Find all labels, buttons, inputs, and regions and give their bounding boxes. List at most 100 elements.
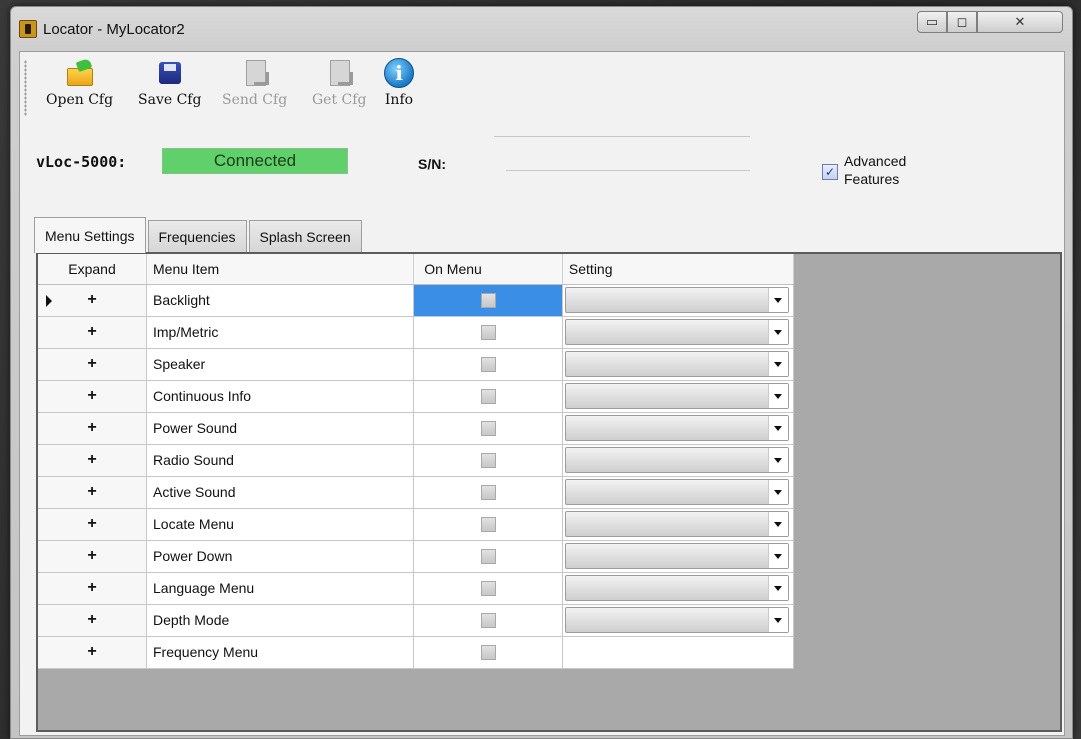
row-expand-cell[interactable]: +	[38, 348, 147, 381]
setting-dropdown[interactable]	[564, 383, 789, 409]
dropdown-arrow-icon[interactable]	[767, 288, 788, 312]
on-menu-cell[interactable]	[413, 540, 563, 573]
row-expand-cell[interactable]: +	[38, 636, 147, 669]
column-header-menu-item[interactable]: Menu Item	[146, 254, 415, 285]
get-cfg-button[interactable]: Get Cfg	[312, 58, 366, 108]
open-cfg-button[interactable]: Open Cfg	[46, 58, 113, 108]
info-button[interactable]: i Info	[384, 58, 414, 108]
setting-dropdown[interactable]	[564, 543, 789, 569]
save-cfg-button[interactable]: Save Cfg	[138, 58, 201, 108]
menu-item-cell[interactable]: Depth Mode	[146, 604, 415, 637]
on-menu-checkbox[interactable]	[480, 325, 496, 341]
setting-dropdown[interactable]	[564, 415, 789, 441]
on-menu-cell[interactable]	[413, 572, 563, 605]
on-menu-checkbox[interactable]	[480, 581, 496, 597]
table-row[interactable]: + Radio Sound	[38, 444, 795, 477]
setting-dropdown[interactable]	[564, 287, 789, 313]
tab-frequencies[interactable]: Frequencies	[147, 220, 247, 252]
row-expand-cell[interactable]: +	[38, 380, 147, 413]
setting-dropdown[interactable]	[564, 479, 789, 505]
dropdown-arrow-icon[interactable]	[767, 416, 788, 440]
table-row[interactable]: + Power Down	[38, 540, 795, 573]
setting-dropdown[interactable]	[564, 351, 789, 377]
menu-item-cell[interactable]: Power Down	[146, 540, 415, 573]
column-header-expand[interactable]: Expand	[38, 254, 147, 285]
on-menu-checkbox[interactable]	[480, 613, 496, 629]
setting-dropdown[interactable]	[564, 607, 789, 633]
table-row[interactable]: + Speaker	[38, 348, 795, 381]
row-expand-cell[interactable]: +	[38, 412, 147, 445]
on-menu-cell[interactable]	[413, 444, 563, 477]
on-menu-cell[interactable]	[413, 636, 563, 669]
advanced-features-checkbox[interactable]: ✓	[822, 164, 838, 180]
menu-item-cell[interactable]: Frequency Menu	[146, 636, 415, 669]
menu-item-cell[interactable]: Active Sound	[146, 476, 415, 509]
row-expand-cell[interactable]: +	[38, 284, 147, 317]
setting-dropdown[interactable]	[564, 511, 789, 537]
on-menu-cell[interactable]	[413, 316, 563, 349]
tab-splash-screen[interactable]: Splash Screen	[248, 220, 362, 252]
on-menu-cell[interactable]	[413, 284, 563, 317]
on-menu-cell[interactable]	[413, 348, 563, 381]
on-menu-cell[interactable]	[413, 380, 563, 413]
table-row[interactable]: + Frequency Menu	[38, 636, 795, 669]
table-row[interactable]: + Active Sound	[38, 476, 795, 509]
row-expand-cell[interactable]: +	[38, 444, 147, 477]
dropdown-arrow-icon[interactable]	[767, 320, 788, 344]
table-row[interactable]: + Imp/Metric	[38, 316, 795, 349]
setting-cell[interactable]	[562, 636, 795, 669]
row-expand-cell[interactable]: +	[38, 508, 147, 541]
dropdown-arrow-icon[interactable]	[767, 352, 788, 376]
table-row[interactable]: + Continuous Info	[38, 380, 795, 413]
menu-item-cell[interactable]: Speaker	[146, 348, 415, 381]
tab-menu-settings[interactable]: Menu Settings	[34, 217, 146, 253]
column-header-on-menu[interactable]: On Menu	[413, 254, 563, 285]
table-row[interactable]: + Depth Mode	[38, 604, 795, 637]
dropdown-arrow-icon[interactable]	[767, 384, 788, 408]
minimize-button[interactable]: ▭	[917, 11, 947, 33]
setting-dropdown[interactable]	[564, 447, 789, 473]
on-menu-cell[interactable]	[413, 604, 563, 637]
menu-item-cell[interactable]: Power Sound	[146, 412, 415, 445]
row-expand-cell[interactable]: +	[38, 540, 147, 573]
row-expand-cell[interactable]: +	[38, 476, 147, 509]
on-menu-cell[interactable]	[413, 508, 563, 541]
setting-dropdown[interactable]	[564, 319, 789, 345]
menu-item-cell[interactable]: Language Menu	[146, 572, 415, 605]
menu-item-cell[interactable]: Continuous Info	[146, 380, 415, 413]
on-menu-checkbox[interactable]	[480, 453, 496, 469]
menu-item-cell[interactable]: Radio Sound	[146, 444, 415, 477]
dropdown-arrow-icon[interactable]	[767, 512, 788, 536]
table-row[interactable]: + Backlight	[38, 284, 795, 317]
on-menu-checkbox[interactable]	[480, 293, 496, 309]
on-menu-cell[interactable]	[413, 412, 563, 445]
dropdown-arrow-icon[interactable]	[767, 576, 788, 600]
on-menu-checkbox[interactable]	[480, 549, 496, 565]
on-menu-checkbox[interactable]	[480, 357, 496, 373]
row-expand-cell[interactable]: +	[38, 604, 147, 637]
menu-item-cell[interactable]: Backlight	[146, 284, 415, 317]
table-row[interactable]: + Language Menu	[38, 572, 795, 605]
setting-dropdown[interactable]	[564, 575, 789, 601]
table-row[interactable]: + Power Sound	[38, 412, 795, 445]
on-menu-checkbox[interactable]	[480, 421, 496, 437]
toolbar-grip-icon[interactable]	[24, 60, 27, 116]
dropdown-arrow-icon[interactable]	[767, 608, 788, 632]
dropdown-arrow-icon[interactable]	[767, 480, 788, 504]
menu-item-cell[interactable]: Imp/Metric	[146, 316, 415, 349]
on-menu-checkbox[interactable]	[480, 389, 496, 405]
on-menu-checkbox[interactable]	[480, 645, 496, 661]
on-menu-checkbox[interactable]	[480, 485, 496, 501]
dropdown-arrow-icon[interactable]	[767, 448, 788, 472]
on-menu-checkbox[interactable]	[480, 517, 496, 533]
row-expand-cell[interactable]: +	[38, 316, 147, 349]
send-cfg-button[interactable]: Send Cfg	[222, 58, 287, 108]
title-bar[interactable]: Locator - MyLocator2 ▭ ◻ ✕	[11, 7, 1072, 51]
maximize-button[interactable]: ◻	[947, 11, 977, 33]
table-row[interactable]: + Locate Menu	[38, 508, 795, 541]
column-header-setting[interactable]: Setting	[562, 254, 795, 285]
row-expand-cell[interactable]: +	[38, 572, 147, 605]
on-menu-cell[interactable]	[413, 476, 563, 509]
menu-item-cell[interactable]: Locate Menu	[146, 508, 415, 541]
close-button[interactable]: ✕	[977, 11, 1063, 33]
